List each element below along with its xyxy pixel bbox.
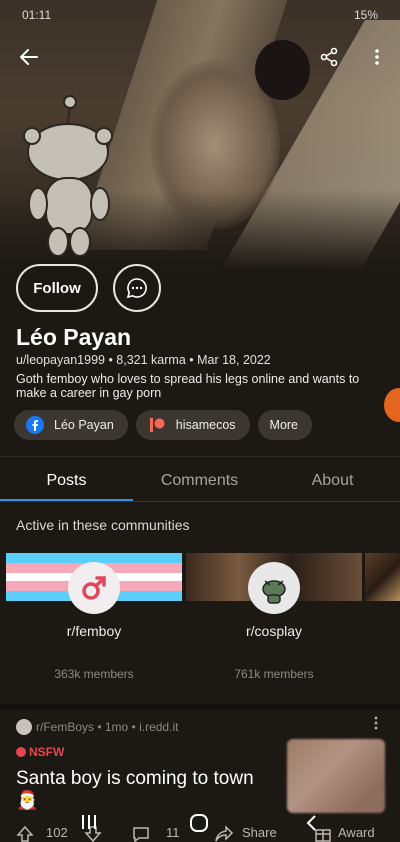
tab-posts[interactable]: Posts [0, 460, 133, 502]
nsfw-badge: NSFW [16, 745, 64, 759]
profile-bio: Goth femboy who loves to spread his legs… [16, 372, 360, 400]
communities-heading: Active in these communities [16, 517, 190, 533]
arrow-left-icon [20, 49, 38, 65]
active-tab-indicator [0, 499, 133, 501]
tab-comments[interactable]: Comments [133, 460, 266, 502]
community-members: 761k members [234, 667, 314, 681]
home-button[interactable] [189, 814, 209, 837]
social-link-label: Léo Payan [54, 418, 114, 432]
post-menu-button[interactable] [374, 716, 378, 733]
social-link-label: hisamecos [175, 418, 236, 432]
social-link-facebook[interactable]: Léo Payan [14, 410, 128, 440]
more-links-button[interactable]: More [257, 410, 313, 440]
share-icon [320, 47, 338, 67]
nsfw-icon [16, 747, 26, 757]
community-card-partial[interactable] [365, 553, 400, 601]
profile-meta: u/leopayan1999 • 8,321 karma • Mar 18, 2… [16, 353, 271, 367]
community-members: 363k members [54, 667, 134, 681]
system-nav-bar [0, 806, 400, 842]
status-bar: 01:11 15% [0, 0, 400, 28]
profile-tabs: Posts Comments About [0, 460, 400, 502]
cosplay-snoo-icon [262, 580, 286, 604]
more-vertical-icon [374, 716, 378, 730]
snoo-avatar-icon [23, 95, 113, 257]
start-chat-button[interactable] [113, 264, 161, 312]
chat-bubble-icon [126, 278, 147, 299]
recent-apps-button[interactable] [80, 814, 98, 835]
community-card-cosplay[interactable]: r/cosplay 761k members [186, 553, 362, 693]
share-profile-button[interactable] [312, 40, 346, 74]
back-button[interactable] [12, 40, 46, 74]
profile-display-name: Léo Payan [16, 324, 132, 350]
facebook-icon [26, 416, 44, 434]
post-source: r/FemBoys • 1mo • i.redd.it [36, 720, 179, 734]
battery-level: 15% [353, 8, 378, 22]
post-thumbnail[interactable] [287, 739, 385, 813]
post-header[interactable]: r/FemBoys • 1mo • i.redd.it [16, 719, 178, 735]
social-link-patreon[interactable]: hisamecos [135, 410, 250, 440]
system-back-button[interactable] [305, 814, 317, 837]
status-time: 01:11 [22, 8, 52, 22]
more-label: More [269, 418, 299, 432]
overflow-menu-button[interactable] [360, 40, 394, 74]
floating-action-button[interactable] [384, 388, 400, 422]
patreon-icon [148, 416, 166, 434]
follow-button[interactable]: Follow [16, 264, 98, 312]
male-symbol-icon [82, 576, 106, 600]
community-name: r/cosplay [245, 623, 303, 639]
subreddit-icon [16, 719, 32, 735]
recents-icon [82, 815, 96, 829]
community-name: r/femboy [66, 623, 122, 639]
avatar [18, 92, 118, 262]
post-title[interactable]: Santa boy is coming to town [16, 768, 254, 790]
home-icon [190, 814, 208, 832]
community-icon [68, 562, 120, 614]
community-icon [248, 562, 300, 614]
chevron-left-icon [306, 815, 316, 831]
community-card-femboy[interactable]: r/femboy 363k members [6, 553, 182, 693]
social-links: Léo Payan hisamecos More [14, 410, 313, 440]
more-vertical-icon [375, 49, 379, 65]
tab-about[interactable]: About [266, 460, 399, 502]
